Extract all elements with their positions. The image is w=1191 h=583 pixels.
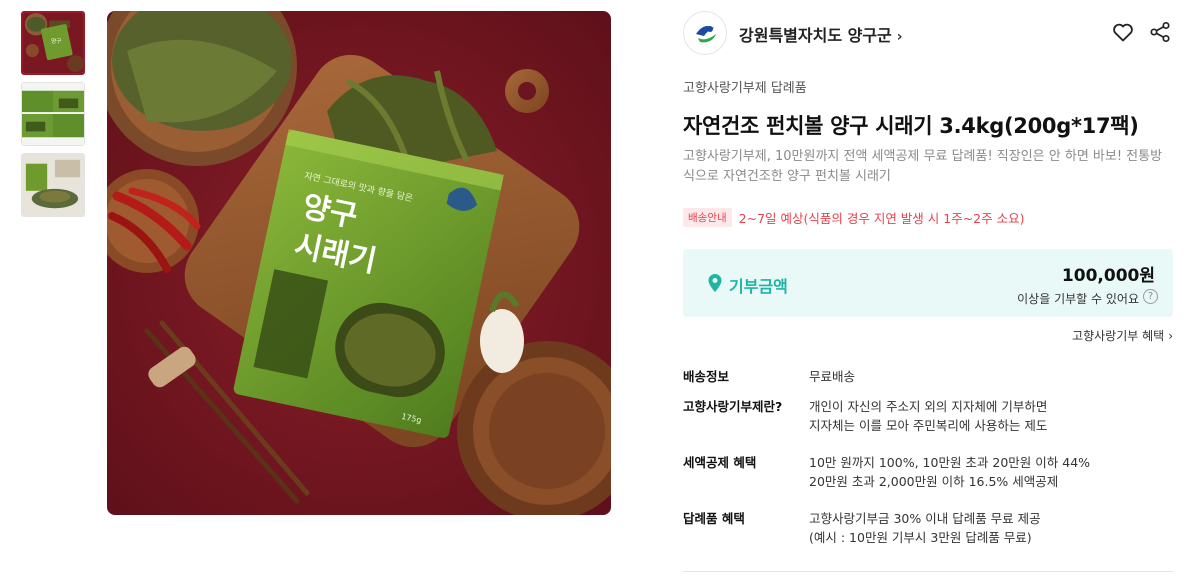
benefit-link[interactable]: 고향사랑기부 혜택 › [1072, 327, 1173, 344]
spec-label: 고향사랑기부제란? [683, 399, 783, 414]
product-description: 고향사랑기부제, 10만원까지 전액 세액공제 무료 답례품! 직장인은 안 하… [683, 149, 1163, 184]
thumbnail-1-image: 양구 [23, 13, 83, 73]
spec-value: 10만 원까지 100%, 10만원 초과 20만원 이하 44% [809, 455, 1091, 470]
spec-value: 개인이 자신의 주소지 외의 지자체에 기부하면 [809, 399, 1048, 414]
product-category: 고향사랑기부제 답례품 [683, 81, 807, 96]
help-icon[interactable]: ? [1143, 289, 1158, 304]
donation-label: 기부금액 [729, 277, 788, 296]
spec-row-definition: 고향사랑기부제란? 개인이 자신의 주소지 외의 지자체에 기부하면 지자체는 … [683, 397, 1173, 453]
yanggu-logo-icon [696, 26, 716, 43]
thumbnail-3-image [22, 154, 84, 216]
benefit-link-label: 고향사랑기부 혜택 [1072, 329, 1165, 343]
spec-label: 답례품 혜택 [683, 511, 745, 526]
spec-value: (예시 : 10만원 기부시 3만원 답례품 무료) [809, 530, 1032, 545]
brand-link[interactable]: 강원특별자치도 양구군 › [739, 22, 903, 46]
chevron-right-icon: › [1168, 329, 1173, 343]
main-product-image: 자연 그대로의 맛과 향을 담은 양구 시래기 175g [107, 11, 611, 515]
shipping-estimate: 2~7일 예상(식품의 경우 지연 발생 시 1주~2주 소요) [738, 211, 1025, 226]
location-pin-icon [708, 274, 722, 292]
spec-value: 20만원 초과 2,000만원 이하 16.5% 세액공제 [809, 474, 1059, 489]
share-icon[interactable] [1148, 20, 1172, 44]
donation-subtext: 이상을 기부할 수 있어요 [1017, 292, 1139, 306]
spec-row-tax: 세액공제 혜택 10만 원까지 100%, 10만원 초과 20만원 이하 44… [683, 453, 1173, 509]
chevron-right-icon: › [896, 29, 903, 45]
svg-text:양구: 양구 [51, 37, 61, 45]
thumbnail-2[interactable] [21, 82, 85, 146]
thumbnail-1[interactable]: 양구 [21, 11, 85, 75]
wishlist-heart-icon[interactable] [1111, 20, 1135, 44]
donation-box: 기부금액 100,000원 이상을 기부할 수 있어요 ? [683, 249, 1173, 317]
spec-table: 배송정보 무료배송 고향사랑기부제란? 개인이 자신의 주소지 외의 지자체에 … [683, 367, 1173, 559]
spec-value: 지자체는 이를 모아 주민복리에 사용하는 제도 [809, 418, 1048, 433]
brand-row: 강원특별자치도 양구군 › [683, 11, 1173, 55]
brand-logo[interactable] [683, 11, 727, 55]
divider [683, 571, 1173, 572]
thumbnail-3[interactable] [21, 153, 85, 217]
spec-row-gift: 답례품 혜택 고향사랑기부금 30% 이내 답례품 무료 제공 (예시 : 10… [683, 509, 1173, 559]
spec-label: 세액공제 혜택 [683, 455, 757, 470]
shipping-badge: 배송안내 [683, 208, 732, 227]
shipping-info: 배송안내 2~7일 예상(식품의 경우 지연 발생 시 1주~2주 소요) [683, 207, 1024, 227]
thumbnail-list: 양구 [21, 11, 85, 224]
thumbnail-2-image [22, 83, 84, 145]
spec-label: 배송정보 [683, 369, 730, 384]
spec-value: 고향사랑기부금 30% 이내 답례품 무료 제공 [809, 511, 1041, 526]
spec-value: 무료배송 [809, 369, 856, 384]
donation-amount: 100,000원 [1061, 266, 1155, 286]
product-title: 자연건조 펀치볼 양구 시래기 3.4kg(200g*17팩) [683, 114, 1139, 138]
brand-name: 강원특별자치도 양구군 [739, 26, 892, 45]
spec-row-shipping: 배송정보 무료배송 [683, 367, 1173, 397]
